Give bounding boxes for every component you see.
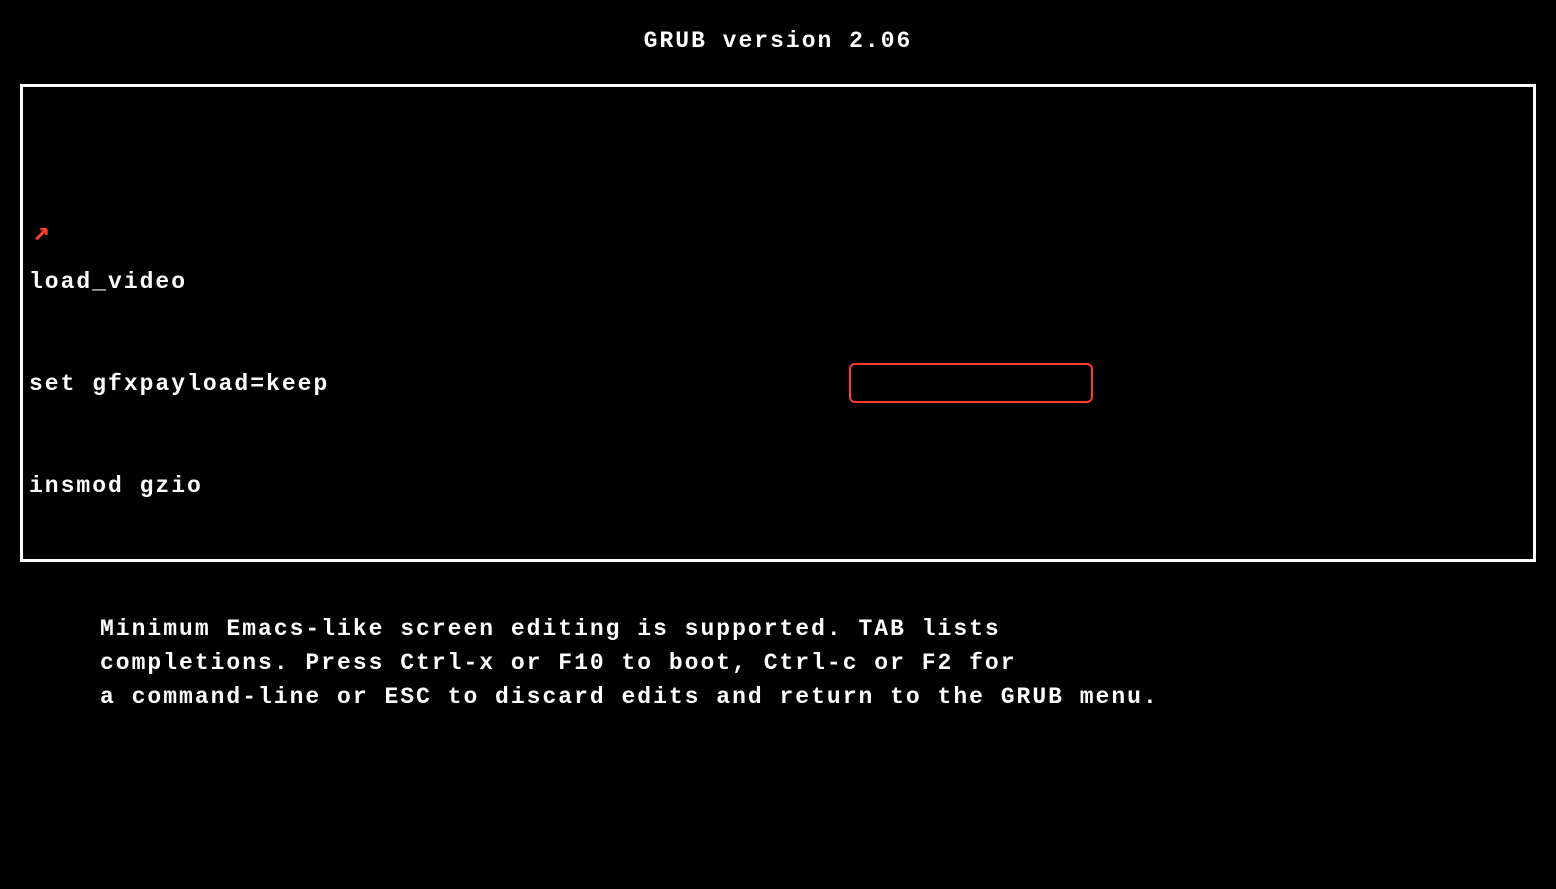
grub-editor-content[interactable]: load_video set gfxpayload=keep insmod gz… xyxy=(29,197,1527,562)
grub-help-text: Minimum Emacs-like screen editing is sup… xyxy=(100,612,1456,714)
grub-editor-box[interactable]: ↗ load_video set gfxpayload=keep insmod … xyxy=(20,84,1536,562)
editor-line[interactable]: set gfxpayload=keep xyxy=(29,367,1527,401)
editor-line[interactable]: load_video xyxy=(29,265,1527,299)
editor-line[interactable]: insmod gzio xyxy=(29,469,1527,503)
grub-title: GRUB version 2.06 xyxy=(0,0,1556,84)
